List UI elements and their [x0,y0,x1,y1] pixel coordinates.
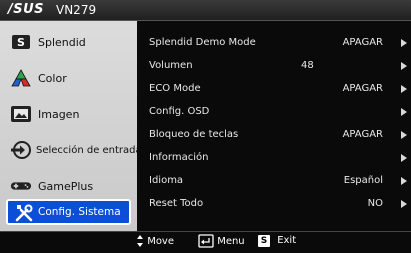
setting-volume[interactable]: Volumen 48 [149,58,411,76]
setting-name: Bloqueo de teclas [149,129,239,140]
sidebar-item-label: Color [38,71,67,85]
setting-eco-mode[interactable]: ECO Mode APAGAR [149,81,411,99]
setting-value: 48 [301,60,314,71]
s-key-icon: S [258,235,270,247]
setting-value: APAGAR [342,129,383,140]
model-name: VN279 [56,3,97,17]
sidebar-item-label: Imagen [38,107,80,121]
sidebar-item-color[interactable]: Color [0,61,137,95]
setting-osd-setup[interactable]: Config. OSD [149,104,411,122]
setting-language[interactable]: Idioma Español [149,173,411,191]
setting-name: ECO Mode [149,83,201,94]
setting-value: APAGAR [342,83,383,94]
exit-hint: S Exit [258,235,296,247]
setting-value: NO [367,198,383,209]
svg-text:S: S [17,36,25,49]
setting-name: Reset Todo [149,198,204,209]
setting-key-lock[interactable]: Bloqueo de teclas APAGAR [149,127,411,145]
setting-value: Español [343,175,383,186]
settings-pane: Splendid Demo Mode APAGAR Volumen 48 ECO… [137,21,411,231]
triangle-right-icon [401,131,407,139]
sidebar-item-splendid[interactable]: S Splendid [0,25,137,59]
move-label: Move [147,236,175,247]
triangle-right-icon [401,62,407,70]
setting-information[interactable]: Información [149,150,411,168]
triangle-right-icon [401,154,407,162]
system-setup-icon [14,203,34,223]
sidebar-item-label: Splendid [38,35,86,49]
enter-icon [198,234,214,248]
triangle-right-icon [401,177,407,185]
sidebar-item-gameplus[interactable]: GamePlus [0,169,137,203]
osd-header: /SUS VN279 [0,0,411,21]
setting-name: Información [149,152,209,163]
sidebar-item-image[interactable]: Imagen [0,97,137,131]
input-select-icon [10,140,32,160]
splendid-icon: S [10,32,32,52]
sidebar-item-label: Selección de entrada [36,144,142,156]
setting-name: Splendid Demo Mode [149,37,256,48]
triangle-right-icon [401,85,407,93]
move-hint: Move [136,234,174,248]
sidebar-item-input-select[interactable]: Selección de entrada [0,133,142,167]
setting-name: Config. OSD [149,106,210,117]
setting-reset-all[interactable]: Reset Todo NO [149,196,411,214]
gameplus-icon [10,176,32,196]
triangle-right-icon [401,108,407,116]
setting-name: Volumen [149,60,193,71]
osd-footer: Move Menu S Exit [0,231,411,253]
brand-logo: /SUS [8,2,45,17]
image-icon [10,104,32,124]
sidebar-item-label: GamePlus [38,179,94,193]
setting-splendid-demo-mode[interactable]: Splendid Demo Mode APAGAR [149,35,411,53]
up-down-arrows-icon [137,235,143,247]
monitor-osd: /SUS VN279 S Splendid Color Imagen Selec… [0,0,411,253]
triangle-right-icon [401,39,407,47]
triangle-right-icon [401,200,407,208]
setting-value: APAGAR [342,37,383,48]
menu-label: Menu [217,236,245,247]
color-icon [10,68,32,88]
sidebar-item-label: Config. Sistema [38,206,121,218]
sidebar-item-system-setup[interactable]: Config. Sistema [6,199,131,225]
setting-name: Idioma [149,175,184,186]
exit-label: Exit [277,235,297,246]
menu-hint: Menu [198,234,245,248]
